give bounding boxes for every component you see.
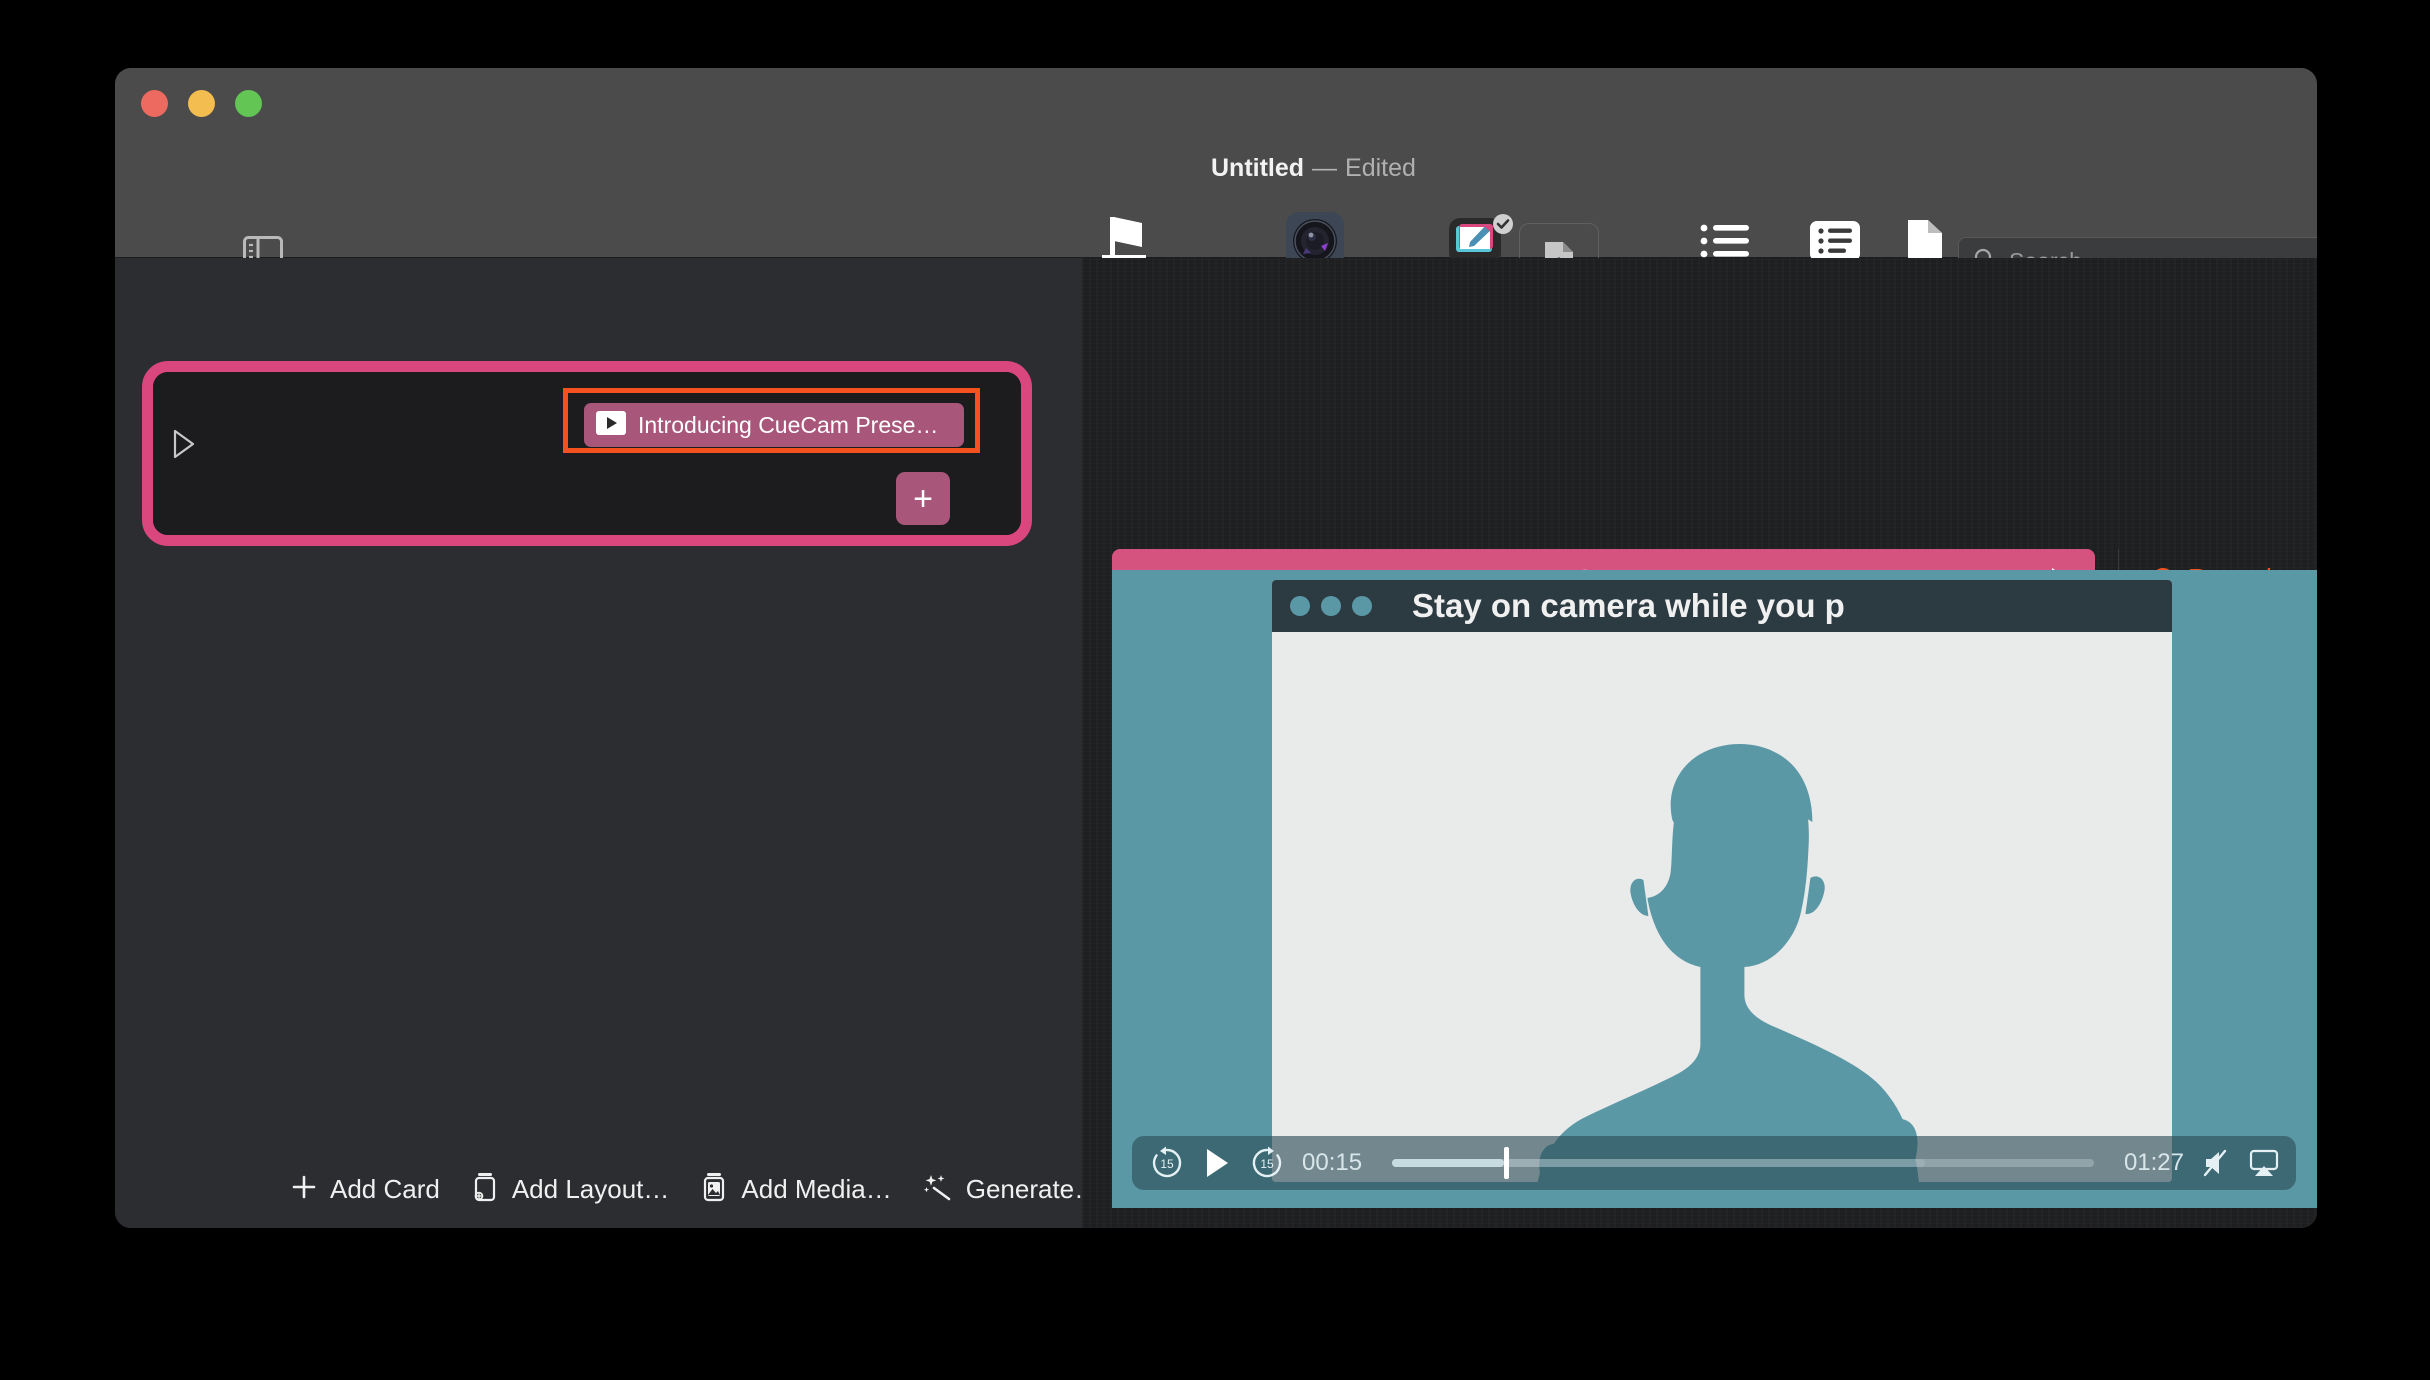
slide-title: Stay on camera while you p (1412, 587, 1845, 625)
plus-icon: + (913, 482, 933, 516)
preview-canvas[interactable]: Stay on camera while you p (1112, 570, 2317, 1208)
main-panel: Start Record EDITOR VIRTUAL CAMERA (1082, 258, 2317, 1228)
minimize-button[interactable] (188, 90, 215, 117)
bottom-toolbar-label: Add Media… (741, 1174, 891, 1205)
preview-content: Stay on camera while you p (1112, 570, 2317, 1208)
close-button[interactable] (141, 90, 168, 117)
svg-text:15: 15 (1160, 1157, 1174, 1171)
total-time: 01:27 (2124, 1149, 2184, 1177)
cards-sidebar: Introducing CueCam Prese… + (115, 258, 1082, 1228)
scrubber[interactable] (1392, 1159, 2094, 1167)
skip-back-15-button[interactable]: 15 (1148, 1144, 1186, 1182)
video-play-icon (596, 411, 626, 440)
play-triangle-icon[interactable] (171, 428, 197, 460)
document-title: Untitled — Edited (1211, 154, 1416, 183)
layout-icon (470, 1171, 500, 1208)
chip-focus-ring: Introducing CueCam Prese… (563, 388, 980, 453)
document-name: Untitled (1211, 154, 1304, 182)
card-body: Introducing CueCam Prese… + (153, 372, 1021, 535)
title-separator: — (1312, 154, 1337, 182)
add-layout-button[interactable]: Add Layout… (470, 1171, 670, 1208)
slide-title-bar: Stay on camera while you p (1272, 580, 2172, 632)
video-chip-label: Introducing CueCam Prese… (638, 412, 938, 439)
zoom-button[interactable] (235, 90, 262, 117)
generate-button[interactable]: Generate… (922, 1172, 1100, 1207)
skip-forward-15-button[interactable]: 15 (1248, 1144, 1286, 1182)
slide-window: Stay on camera while you p (1272, 580, 2172, 1182)
slide-dot (1290, 596, 1310, 616)
media-image-icon (699, 1171, 729, 1208)
title-bar: Untitled—Edited Teleprompter (115, 68, 2317, 258)
video-chip[interactable]: Introducing CueCam Prese… (584, 403, 964, 447)
add-media-button[interactable]: Add Media… (699, 1171, 891, 1208)
airplay-icon[interactable] (2248, 1147, 2280, 1179)
svg-text:15: 15 (1260, 1157, 1274, 1171)
current-time: 00:15 (1302, 1149, 1362, 1177)
presenter-silhouette (1424, 710, 2044, 1182)
slide-dot (1352, 596, 1372, 616)
traffic-light-controls (141, 90, 262, 117)
sidebar-bottom-toolbar: Add Card Add Layout… (115, 1150, 1082, 1228)
scrubber-buffered (1504, 1159, 1925, 1167)
slide-window-dots (1290, 596, 1372, 616)
sparkle-wand-icon (922, 1172, 954, 1207)
video-player-controls: 15 15 00:15 (1132, 1136, 2296, 1190)
body-area: Introducing CueCam Prese… + (115, 258, 2317, 1228)
slide-dot (1321, 596, 1341, 616)
card-item-selected[interactable]: Introducing CueCam Prese… + (142, 361, 1032, 546)
app-window: Untitled—Edited Teleprompter (115, 68, 2317, 1228)
add-card-button[interactable]: Add Card (290, 1173, 440, 1206)
bottom-toolbar-label: Add Card (330, 1174, 440, 1205)
mute-icon[interactable] (2200, 1147, 2232, 1179)
add-to-card-button[interactable]: + (896, 472, 950, 525)
play-button[interactable] (1202, 1146, 1232, 1180)
plus-icon (290, 1173, 318, 1206)
bottom-toolbar-label: Add Layout… (512, 1174, 670, 1205)
document-edited-state: Edited (1345, 154, 1416, 182)
scrubber-played (1392, 1159, 1504, 1167)
slide-body (1272, 632, 2172, 1182)
bottom-toolbar-label: Generate… (966, 1174, 1100, 1205)
scrubber-handle[interactable] (1504, 1147, 1509, 1179)
